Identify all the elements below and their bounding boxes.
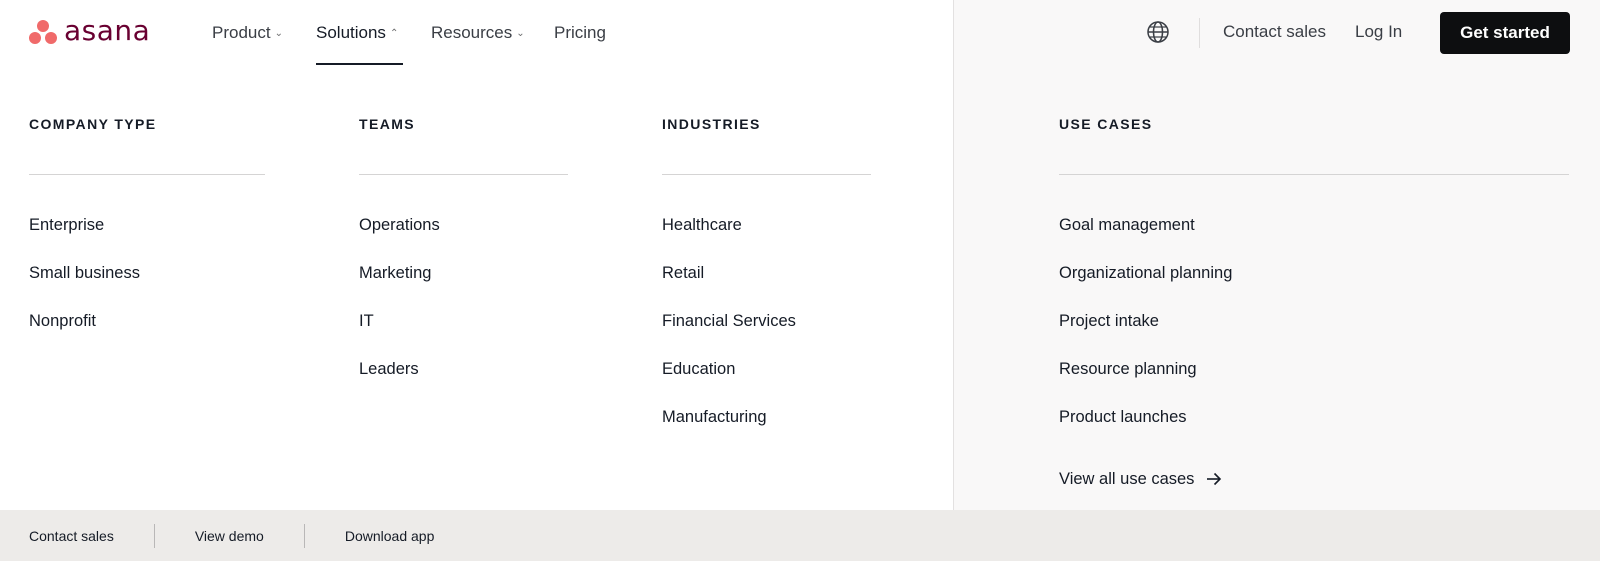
menu-item-nonprofit[interactable]: Nonprofit <box>29 311 265 359</box>
menu-item-enterprise[interactable]: Enterprise <box>29 215 265 263</box>
menu-item-manufacturing[interactable]: Manufacturing <box>662 407 871 455</box>
column-heading: TEAMS <box>359 116 415 132</box>
chevron-down-icon: ⌄ <box>274 27 283 39</box>
nav-resources[interactable]: Resources ⌄ <box>431 20 525 46</box>
menu-item-goal-management[interactable]: Goal management <box>1059 215 1569 263</box>
column-divider <box>1059 174 1569 175</box>
menu-item-it[interactable]: IT <box>359 311 568 359</box>
footer-contact-sales[interactable]: Contact sales <box>29 528 114 544</box>
footer-view-demo[interactable]: View demo <box>195 528 264 544</box>
nav-product-label: Product <box>212 23 271 42</box>
menu-item-leaders[interactable]: Leaders <box>359 359 568 407</box>
column-divider <box>29 174 265 175</box>
nav-active-indicator <box>316 63 403 65</box>
menu-item-small-business[interactable]: Small business <box>29 263 265 311</box>
footer-divider <box>303 523 305 548</box>
nav-resources-label: Resources <box>431 23 513 42</box>
menu-column-teams: TEAMS Operations Marketing IT Leaders <box>359 116 568 407</box>
nav-divider <box>1199 18 1200 48</box>
view-all-label: View all use cases <box>1059 470 1195 488</box>
asana-logo-icon <box>28 20 58 46</box>
column-divider <box>662 174 871 175</box>
menu-column-company-type: COMPANY TYPE Enterprise Small business N… <box>29 116 265 359</box>
get-started-button[interactable]: Get started <box>1440 12 1570 54</box>
column-divider <box>359 174 568 175</box>
nav-product[interactable]: Product ⌄ <box>212 20 283 46</box>
menu-column-use-cases: USE CASES Goal management Organizational… <box>1059 116 1569 503</box>
menu-item-education[interactable]: Education <box>662 359 871 407</box>
column-heading: USE CASES <box>1059 116 1153 132</box>
menu-item-retail[interactable]: Retail <box>662 263 871 311</box>
column-heading: COMPANY TYPE <box>29 116 157 132</box>
asana-logo[interactable]: asana <box>28 14 151 48</box>
nav-solutions-label: Solutions <box>316 23 386 42</box>
menu-item-resource-planning[interactable]: Resource planning <box>1059 359 1569 407</box>
menu-item-organizational-planning[interactable]: Organizational planning <box>1059 263 1569 311</box>
nav-log-in[interactable]: Log In <box>1355 22 1402 42</box>
menu-item-marketing[interactable]: Marketing <box>359 263 568 311</box>
footer-download-app[interactable]: Download app <box>345 528 435 544</box>
column-heading: INDUSTRIES <box>662 116 761 132</box>
nav-solutions[interactable]: Solutions ⌃ <box>316 20 398 46</box>
menu-item-product-launches[interactable]: Product launches <box>1059 407 1569 455</box>
arrow-right-icon <box>1207 472 1222 486</box>
nav-contact-sales[interactable]: Contact sales <box>1223 22 1326 42</box>
menu-item-operations[interactable]: Operations <box>359 215 568 263</box>
menu-item-healthcare[interactable]: Healthcare <box>662 215 871 263</box>
view-all-use-cases-link[interactable]: View all use cases <box>1059 455 1569 503</box>
menu-column-industries: INDUSTRIES Healthcare Retail Financial S… <box>662 116 871 455</box>
globe-icon[interactable] <box>1146 20 1170 44</box>
logo-wordmark: asana <box>64 14 151 47</box>
nav-pricing[interactable]: Pricing <box>554 20 606 46</box>
chevron-up-icon: ⌃ <box>389 27 399 39</box>
footer-divider <box>153 523 155 548</box>
menu-item-financial-services[interactable]: Financial Services <box>662 311 871 359</box>
nav-pricing-label: Pricing <box>554 23 606 42</box>
menu-footer-bar: Contact sales View demo Download app <box>0 510 1600 561</box>
chevron-down-icon: ⌄ <box>516 27 525 39</box>
menu-item-project-intake[interactable]: Project intake <box>1059 311 1569 359</box>
